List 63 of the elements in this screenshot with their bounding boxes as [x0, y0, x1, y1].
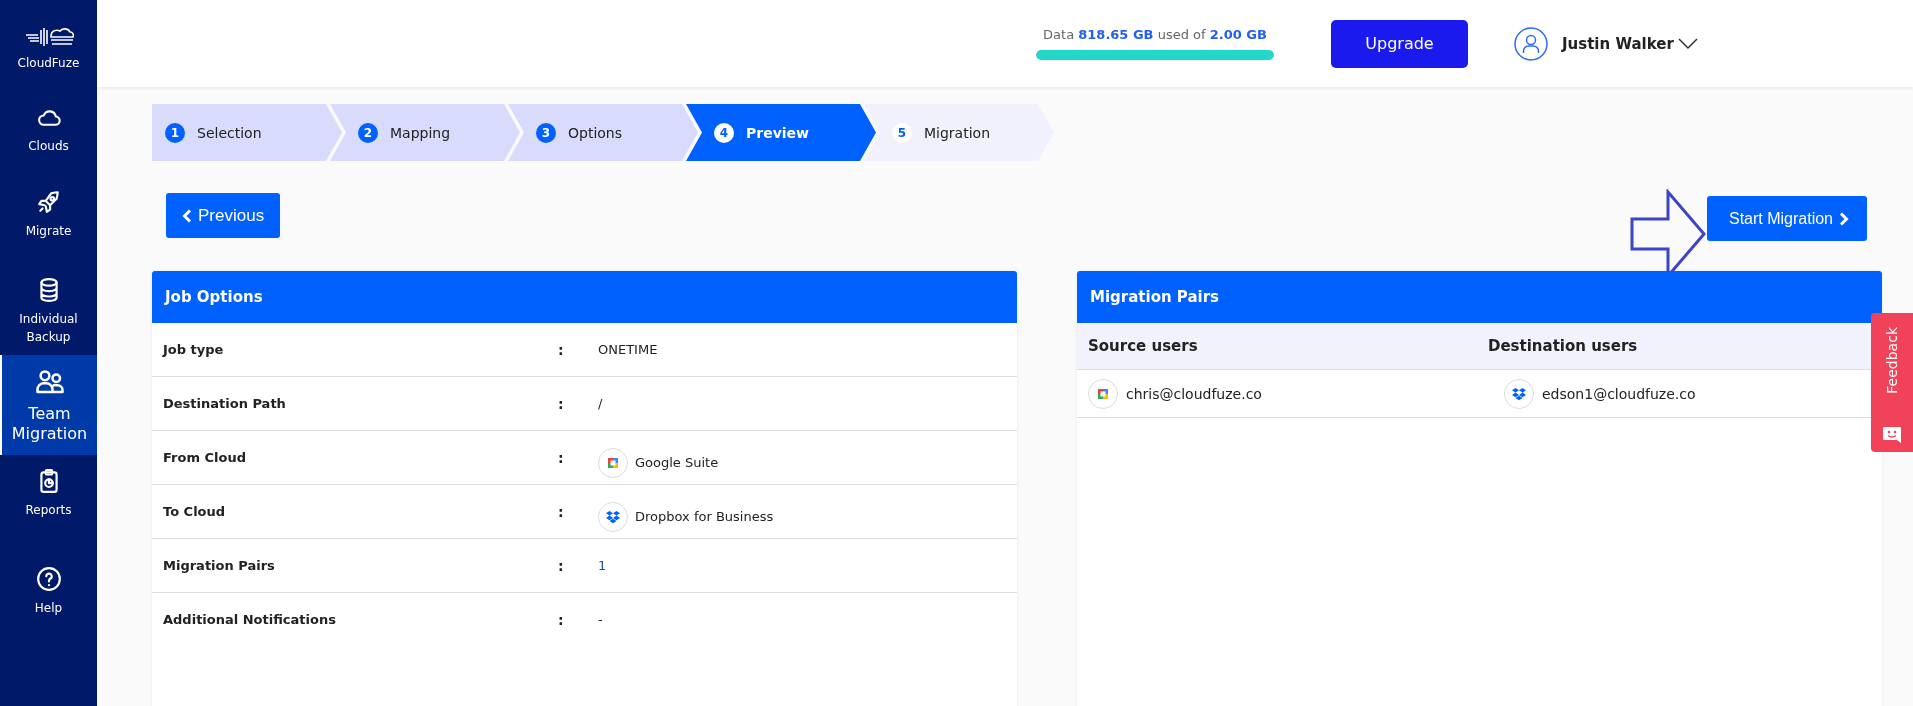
nav-item[interactable]: Help — [0, 531, 97, 651]
chevron-left-icon — [182, 208, 192, 223]
option-label: From Cloud — [163, 450, 247, 465]
nav-item[interactable]: Team Migration — [0, 355, 97, 455]
user-avatar-icon — [1514, 26, 1548, 61]
help-icon — [35, 565, 62, 592]
step-tab[interactable]: 4 Preview — [686, 104, 876, 161]
column-header: Source users — [1088, 337, 1199, 355]
step-tab[interactable]: 2 Mapping — [330, 104, 520, 161]
option-label: Job type — [163, 342, 225, 357]
upgrade-button[interactable]: Upgrade — [1331, 19, 1468, 68]
colon-separator: : — [558, 341, 565, 358]
option-value: 1 — [598, 558, 607, 573]
column-header: Destination users — [1488, 337, 1639, 355]
chevron-right-icon — [1839, 211, 1849, 226]
colon-separator: : — [558, 611, 565, 628]
step-number: 5 — [892, 122, 912, 143]
nav-item[interactable]: Individual Backup — [0, 255, 97, 355]
google-workspace-logo — [598, 447, 628, 478]
data-usage-text: Data 818.65 GB used of 2.00 GB — [1043, 27, 1267, 42]
option-label: Destination Path — [163, 396, 287, 411]
brand-name: CloudFuze — [17, 56, 80, 70]
dropbox-logo — [1504, 378, 1534, 409]
smiley-chat-icon — [1882, 426, 1902, 444]
step-tab[interactable]: 5 Migration — [864, 104, 1054, 161]
card-title: Job Options — [152, 271, 1017, 323]
option-value: Google Suite — [635, 455, 719, 470]
step-tab[interactable]: 1 Selection — [152, 104, 342, 161]
step-label: Selection — [197, 124, 262, 141]
start-migration-button[interactable]: Start Migration — [1706, 196, 1867, 241]
nav-item[interactable]: Migrate — [0, 155, 97, 255]
option-value: / — [598, 396, 603, 411]
rocket-icon — [35, 188, 62, 215]
colon-separator: : — [558, 503, 565, 520]
step-number: 4 — [714, 122, 734, 143]
colon-separator: : — [558, 395, 565, 412]
step-number: 2 — [358, 122, 378, 143]
user-email: chris@cloudfuze.co — [1126, 385, 1262, 402]
step-label: Options — [568, 124, 623, 141]
user-email: edson1@cloudfuze.co — [1542, 385, 1696, 402]
user-menu[interactable]: Justin Walker — [1562, 34, 1698, 53]
option-value: - — [598, 612, 603, 627]
previous-button[interactable]: Previous — [166, 193, 281, 238]
option-value: Dropbox for Business — [635, 509, 774, 524]
google-workspace-logo — [1088, 378, 1118, 409]
nav-item[interactable]: Clouds — [0, 79, 97, 155]
step-number: 3 — [536, 122, 556, 143]
step-label: Migration — [924, 124, 990, 141]
dropbox-logo — [598, 501, 628, 532]
option-label: Migration Pairs — [163, 558, 276, 573]
colon-separator: : — [558, 449, 565, 466]
feedback-tab[interactable]: Feedback — [1871, 313, 1913, 452]
step-label: Mapping — [390, 124, 451, 141]
step-number: 1 — [165, 122, 185, 143]
chevron-down-icon — [1677, 37, 1698, 50]
option-value: ONETIME — [598, 342, 658, 357]
option-label: Additional Notifications — [163, 612, 337, 627]
step-label: Preview — [746, 124, 809, 141]
nav-item[interactable]: Reports — [0, 455, 97, 531]
card-title: Migration Pairs — [1077, 271, 1882, 323]
colon-separator: : — [558, 557, 565, 574]
step-tab[interactable]: 3 Options — [508, 104, 698, 161]
option-label: To Cloud — [163, 504, 227, 519]
